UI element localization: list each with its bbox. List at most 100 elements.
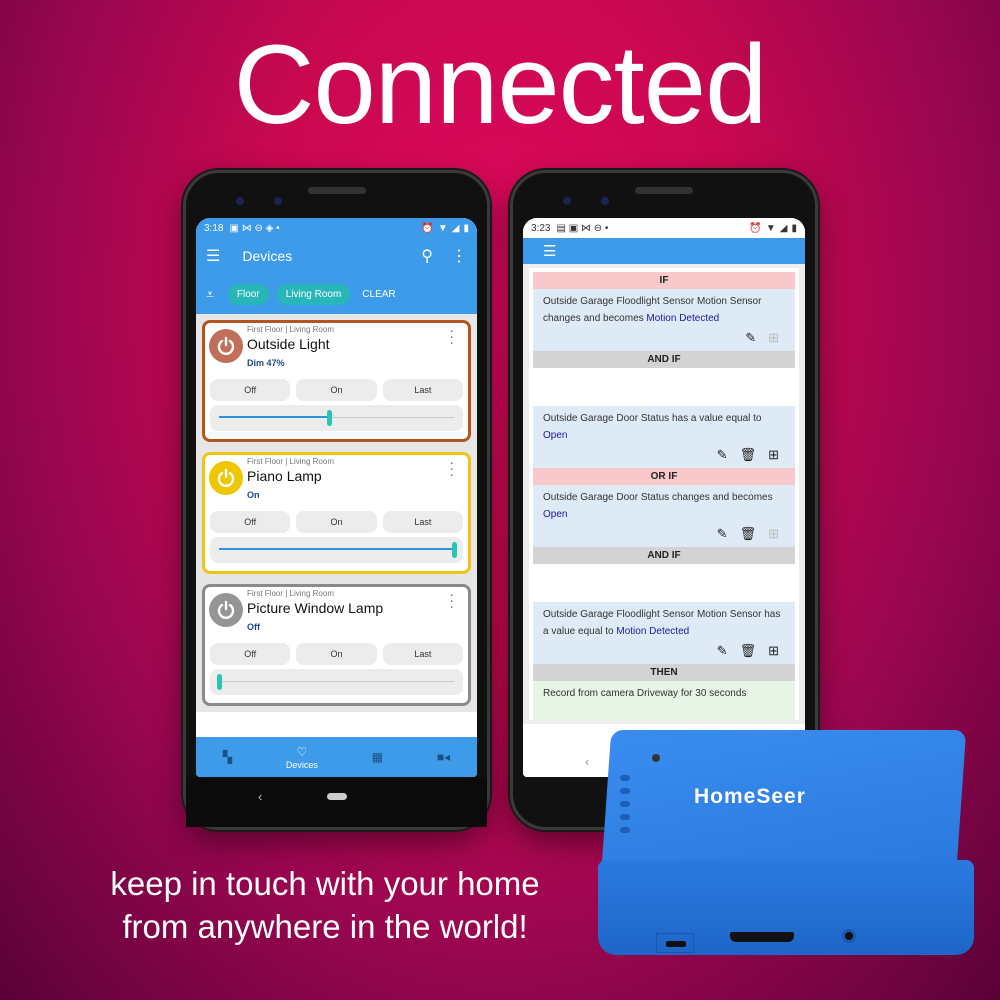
slider-fill (219, 548, 454, 550)
then-header: THEN (533, 664, 795, 681)
device-state: Dim 47% (247, 358, 285, 368)
condition-row[interactable]: Outside Garage Floodlight Sensor Motion … (533, 602, 795, 664)
condition-row[interactable]: Outside Garage Floodlight Sensor Motion … (533, 289, 795, 351)
nav-events[interactable]: ▦ (372, 750, 383, 764)
edit-icon[interactable]: ✎ (717, 525, 728, 542)
status-bar: 3:18 ▣ ⋈ ⊖ ◈ • ⏰ ▼ ◢ ▮ (196, 218, 477, 238)
condition-value[interactable]: Open (543, 430, 567, 441)
off-button[interactable]: Off (210, 643, 291, 665)
filter-chip-floor[interactable]: Floor (227, 283, 269, 305)
off-button[interactable]: Off (210, 511, 291, 533)
device-card[interactable]: First Floor | Living Room Outside Light … (202, 320, 471, 442)
nav-devices-label: Devices (285, 759, 318, 770)
home-pill[interactable] (326, 793, 347, 800)
condition-value[interactable]: Open (543, 509, 567, 520)
tagline: keep in touch with your home from anywhe… (40, 862, 610, 948)
condition-row[interactable]: Outside Garage Door Status changes and b… (533, 485, 795, 547)
usb-port-icon (656, 933, 694, 953)
edit-icon[interactable]: ✎ (745, 329, 756, 346)
alarm-icon: ⏰ (421, 222, 434, 234)
back-icon[interactable]: ‹ (585, 754, 589, 769)
dim-slider[interactable] (210, 537, 463, 563)
system-icons: ⏰ ▼ ◢ ▮ (749, 223, 797, 234)
app-bar: ☰ Devices ⚲ ⋮ (196, 238, 477, 274)
on-button[interactable]: On (296, 511, 377, 533)
and-if-header: AND IF (533, 351, 795, 368)
device-state: On (247, 490, 260, 500)
condition-text: Outside Garage Door Status changes and b… (543, 492, 773, 503)
on-button[interactable]: On (296, 379, 377, 401)
condition-value[interactable]: Motion Detected (646, 313, 719, 324)
off-button[interactable]: Off (210, 379, 291, 401)
trash-icon[interactable]: 🗑 (740, 642, 757, 659)
tagline-line2: from anywhere in the world! (122, 908, 528, 945)
earpiece-speaker (635, 187, 693, 194)
filter-bar: ⩡ Floor Living Room CLEAR (196, 274, 477, 314)
last-button[interactable]: Last (382, 643, 463, 665)
homeseer-hub: HomeSeer (596, 730, 974, 955)
signal-icon: ◢ (451, 222, 460, 234)
last-button[interactable]: Last (382, 379, 463, 401)
power-icon[interactable] (209, 329, 243, 363)
front-camera-icon (236, 197, 244, 205)
slider-thumb[interactable] (452, 542, 457, 558)
status-bar: 3:23 ▤ ▣ ⋈ ⊖ • ⏰ ▼ ◢ ▮ (523, 218, 805, 238)
alarm-icon: ⏰ (749, 222, 762, 234)
condition-row[interactable]: Outside Garage Door Status has a value e… (533, 406, 795, 468)
on-button[interactable]: On (296, 643, 377, 665)
vent-slot (620, 788, 630, 794)
kebab-icon[interactable]: · · · (449, 323, 454, 349)
device-name: Piano Lamp (247, 468, 322, 484)
edit-icon[interactable]: ✎ (717, 642, 728, 659)
back-icon[interactable]: ‹ (258, 789, 262, 804)
event-editor: IF Outside Garage Floodlight Sensor Moti… (523, 264, 805, 724)
add-icon: ⊞ (768, 525, 779, 541)
front-camera-icon (274, 197, 282, 205)
hamburger-icon[interactable]: ☰ (543, 242, 556, 260)
wifi-icon: ▼ (437, 222, 448, 234)
edit-icon[interactable]: ✎ (717, 446, 728, 463)
add-icon[interactable]: ⊞ (768, 446, 779, 463)
phone-devices: 3:18 ▣ ⋈ ⊖ ◈ • ⏰ ▼ ◢ ▮ ☰ Devices ⚲ ⋮ ⩡ F… (183, 170, 490, 830)
dim-slider[interactable] (210, 405, 463, 431)
slider-thumb[interactable] (217, 674, 222, 690)
nav-dashboard[interactable]: ▚ (223, 750, 232, 764)
kebab-icon[interactable]: · · · (449, 587, 454, 613)
vent-slot (620, 827, 630, 833)
kebab-icon[interactable]: ⋮ (451, 246, 467, 266)
trash-icon[interactable]: 🗑 (740, 525, 757, 542)
homeseer-logo: HomeSeer (694, 785, 806, 808)
nav-devices[interactable]: ♡ Devices (286, 745, 318, 770)
status-led (652, 754, 660, 762)
front-camera-icon (601, 197, 609, 205)
device-card[interactable]: First Floor | Living Room Picture Window… (202, 584, 471, 706)
power-jack-icon (842, 929, 856, 943)
front-camera-icon (563, 197, 571, 205)
device-location: First Floor | Living Room (247, 589, 334, 598)
hamburger-icon[interactable]: ☰ (206, 246, 220, 266)
lightbulb-icon: ♡ (296, 744, 308, 759)
vent-slot (620, 814, 630, 820)
last-button[interactable]: Last (382, 511, 463, 533)
page-title: Devices (242, 248, 293, 264)
power-icon[interactable] (209, 593, 243, 627)
and-if-header: AND IF (533, 547, 795, 564)
filter-chip-room[interactable]: Living Room (276, 283, 351, 305)
power-icon[interactable] (209, 461, 243, 495)
clear-filters-button[interactable]: CLEAR (358, 284, 399, 305)
trash-icon[interactable]: 🗑 (740, 446, 757, 463)
action-row[interactable]: Record from camera Driveway for 30 secon… (533, 681, 795, 721)
device-card[interactable]: First Floor | Living Room Piano Lamp On … (202, 452, 471, 574)
nav-cameras[interactable]: ■◂ (437, 750, 450, 764)
condition-value[interactable]: Motion Detected (616, 626, 689, 637)
search-icon[interactable]: ⚲ (421, 246, 433, 266)
devices-screen: 3:18 ▣ ⋈ ⊖ ◈ • ⏰ ▼ ◢ ▮ ☰ Devices ⚲ ⋮ ⩡ F… (196, 218, 477, 777)
event-screen: 3:23 ▤ ▣ ⋈ ⊖ • ⏰ ▼ ◢ ▮ ☰ IF Outside Gara… (523, 218, 805, 777)
add-icon[interactable]: ⊞ (768, 642, 779, 659)
dashboard-icon: ▚ (222, 750, 233, 764)
filter-icon[interactable]: ⩡ (206, 286, 214, 303)
kebab-icon[interactable]: · · · (449, 455, 454, 481)
device-name: Outside Light (247, 336, 330, 352)
slider-thumb[interactable] (327, 410, 333, 426)
dim-slider[interactable] (210, 669, 463, 695)
